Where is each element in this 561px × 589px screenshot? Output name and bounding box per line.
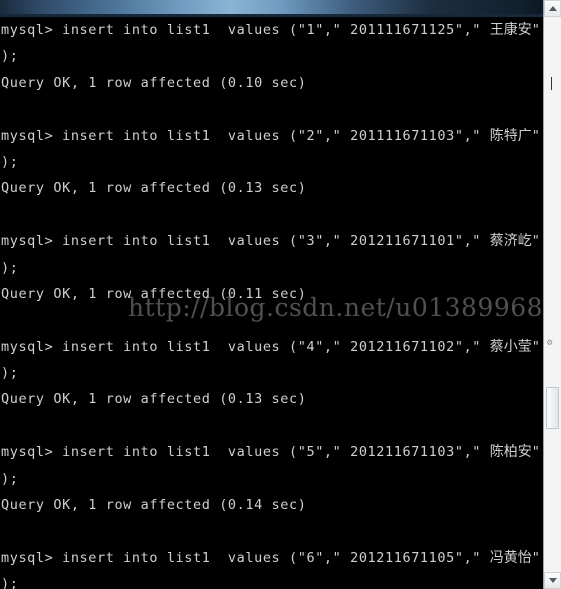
console-command-line: mysql> insert into list1 values ("3"," 2… bbox=[1, 233, 543, 250]
console-result-line: Query OK, 1 row affected (0.11 sec) bbox=[1, 285, 307, 302]
cjk-text: 陈柏安 bbox=[489, 444, 532, 461]
cjk-text: 蔡济屹 bbox=[489, 233, 532, 250]
console-command-line: ); bbox=[1, 259, 19, 276]
scroll-up-button[interactable] bbox=[544, 0, 561, 17]
console-command-line: ); bbox=[1, 470, 19, 487]
scroll-down-arrow-icon bbox=[548, 578, 557, 583]
cjk-text: 蔡小莹 bbox=[489, 338, 532, 355]
console-result-line: Query OK, 1 row affected (0.13 sec) bbox=[1, 180, 307, 197]
console-command-line: mysql> insert into list1 values ("6"," 2… bbox=[1, 549, 543, 566]
console-result-line: Query OK, 1 row affected (0.14 sec) bbox=[1, 497, 307, 514]
cjk-text: 王康安 bbox=[489, 22, 532, 38]
console-result-line: Query OK, 1 row affected (0.13 sec) bbox=[1, 391, 307, 408]
console-command-line: mysql> insert into list1 values ("2"," 2… bbox=[1, 127, 543, 144]
console-command-line: ); bbox=[1, 153, 19, 170]
screen-root: mysql> insert into list1 values ("1"," 2… bbox=[0, 0, 561, 589]
cjk-text: 冯黄怡 bbox=[489, 549, 532, 566]
mysql-console-output[interactable]: mysql> insert into list1 values ("1"," 2… bbox=[0, 17, 543, 589]
console-command-line: ); bbox=[1, 576, 19, 589]
background-caret-mark bbox=[551, 77, 552, 90]
console-command-line: ); bbox=[1, 48, 19, 65]
console-command-line: mysql> insert into list1 values ("5"," 2… bbox=[1, 444, 543, 461]
console-result-line: Query OK, 1 row affected (0.10 sec) bbox=[1, 74, 307, 91]
scrollbar-track[interactable]: ⚙ bbox=[544, 17, 561, 572]
vertical-scrollbar[interactable]: ⚙ bbox=[543, 0, 561, 589]
scroll-up-arrow-icon bbox=[548, 6, 557, 11]
console-command-line: ); bbox=[1, 365, 19, 382]
console-command-line: mysql> insert into list1 values ("1"," 2… bbox=[1, 22, 543, 38]
scroll-down-button[interactable] bbox=[544, 572, 561, 589]
window-title-bar-strip bbox=[0, 0, 561, 17]
background-gear-icon: ⚙ bbox=[547, 338, 553, 348]
cjk-text: 陈特广 bbox=[489, 127, 532, 144]
scrollbar-thumb[interactable] bbox=[546, 387, 559, 429]
console-command-line: mysql> insert into list1 values ("4"," 2… bbox=[1, 338, 543, 355]
